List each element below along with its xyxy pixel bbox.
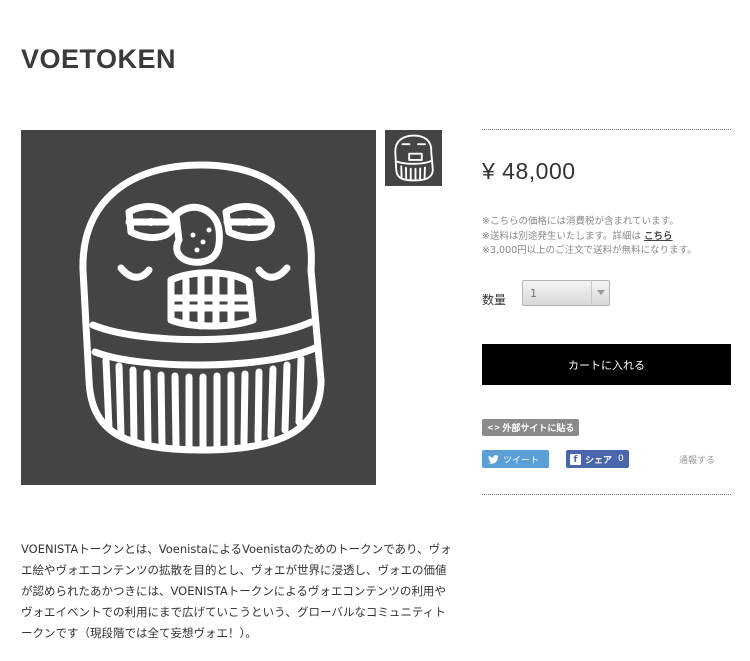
price-notes: ※こちらの価格には消費税が含まれています。 ※送料は別途発生いたします。詳細は … (482, 215, 697, 259)
facebook-share-button[interactable]: f シェア 0 (566, 450, 629, 468)
embed-button-label: 外部サイトに貼る (502, 424, 575, 434)
quantity-label: 数量 (482, 293, 507, 307)
quantity-select[interactable]: 1 (522, 280, 610, 306)
product-title: VOETOKEN (21, 44, 177, 74)
add-to-cart-button[interactable]: カートに入れる (482, 344, 731, 385)
product-thumbnail[interactable] (385, 130, 442, 186)
free-shipping-note: ※3,000円以上のご注文で送料が無料になります。 (482, 245, 697, 256)
report-link[interactable]: 通報する (679, 453, 715, 466)
tweet-button[interactable]: ツイート (482, 450, 549, 468)
product-price: ¥ 48,000 (482, 158, 576, 184)
code-icon: <> (487, 423, 501, 432)
share-count: 0 (618, 454, 624, 464)
twitter-bird-icon (488, 454, 499, 464)
coin-character-thumbnail-illustration (394, 134, 434, 182)
embed-button[interactable]: <> 外部サイトに貼る (482, 419, 580, 436)
product-main-image (21, 130, 376, 485)
product-description: VOENISTAトークンとは、VoenistaによるVoenistaのためのトー… (21, 542, 452, 640)
shipping-note: ※送料は別途発生いたします。詳細は こちら (482, 230, 697, 245)
facebook-icon: f (570, 453, 581, 465)
add-to-cart-label: カートに入れる (568, 358, 645, 372)
divider-top (482, 129, 731, 130)
divider-bottom (482, 494, 731, 495)
shipping-note-text: ※送料は別途発生いたします。詳細は (482, 230, 642, 242)
shipping-details-link[interactable]: こちら (644, 231, 673, 242)
share-button-label: シェア (585, 455, 613, 466)
chevron-down-icon (591, 281, 609, 305)
tweet-button-label: ツイート (503, 455, 540, 466)
coin-character-illustration (79, 161, 325, 454)
quantity-value: 1 (530, 287, 537, 300)
tax-note: ※こちらの価格には消費税が含まれています。 (482, 216, 679, 227)
